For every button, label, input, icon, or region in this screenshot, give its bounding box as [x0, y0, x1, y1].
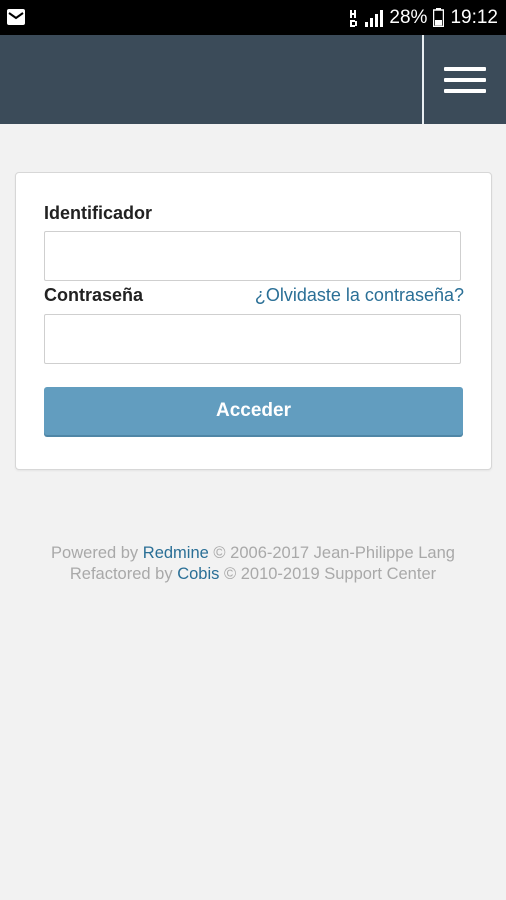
password-label: Contraseña — [44, 285, 144, 305]
mail-icon — [7, 9, 25, 25]
battery-percent: 28% — [389, 6, 428, 28]
footer: Powered by Redmine © 2006-2017 Jean-Phil… — [0, 543, 506, 585]
username-label: Identificador — [44, 203, 153, 223]
hd-icon — [350, 9, 358, 27]
redmine-link[interactable]: Redmine — [143, 544, 209, 562]
clock: 19:12 — [450, 6, 498, 28]
cobis-link[interactable]: Cobis — [177, 565, 219, 583]
footer-copyright-1: © 2006-2017 Jean-Philippe Lang — [213, 544, 455, 562]
status-bar: 28% 19:12 — [0, 0, 506, 35]
forgot-password-link[interactable]: ¿Olvidaste la contraseña? — [255, 285, 464, 306]
footer-line-1: Powered by Redmine © 2006-2017 Jean-Phil… — [0, 543, 506, 564]
login-button[interactable]: Acceder — [44, 387, 463, 435]
footer-refactored-text: Refactored by — [69, 565, 173, 583]
footer-line-2: Refactored by Cobis © 2010-2019 Support … — [0, 564, 506, 585]
username-input[interactable] — [44, 231, 461, 281]
hamburger-menu-icon — [444, 60, 486, 100]
password-input[interactable] — [44, 314, 461, 364]
footer-powered-text: Powered by — [51, 544, 139, 562]
battery-icon — [433, 8, 445, 27]
signal-icon — [365, 9, 384, 27]
login-card: Identificador Contraseña ¿Olvidaste la c… — [15, 172, 492, 470]
app-header — [0, 35, 506, 124]
menu-button[interactable] — [424, 35, 506, 124]
footer-copyright-2: © 2010-2019 Support Center — [223, 565, 437, 583]
